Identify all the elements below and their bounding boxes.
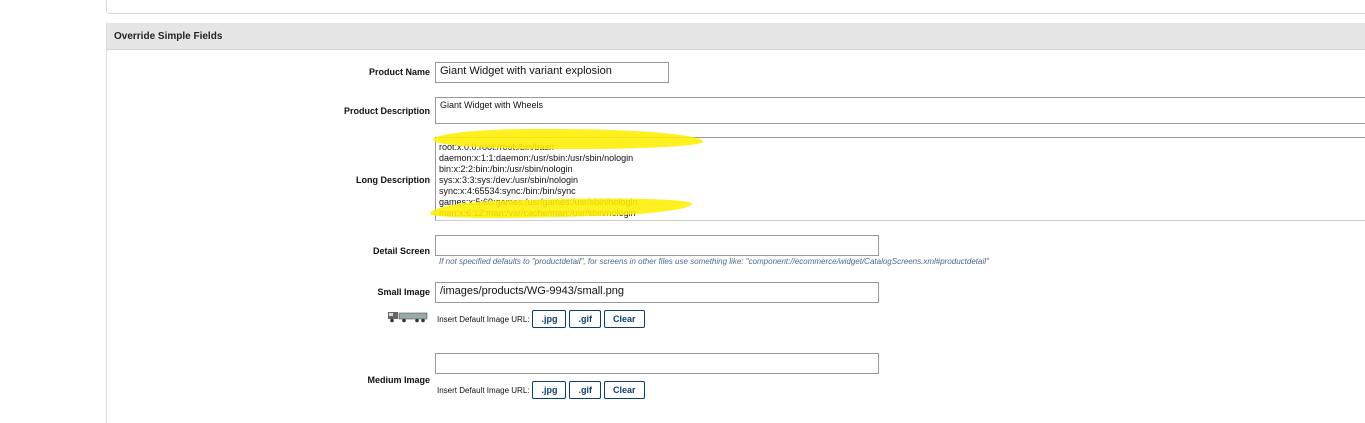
section-title: Override Simple Fields [107, 23, 1365, 50]
medium-image-clear-button[interactable]: Clear [603, 381, 645, 399]
detail-screen-hint: If not specified defaults to "productdet… [439, 257, 989, 266]
small-image-label: Small Image [377, 287, 430, 297]
small-image-url-row: Insert Default Image URL: .jpg .gif Clea… [437, 310, 645, 328]
insert-default-image-label: Insert Default Image URL: [437, 385, 530, 395]
product-name-label: Product Name [368, 67, 430, 77]
previous-panel [106, 0, 1365, 14]
product-description-label: Product Description [343, 106, 430, 116]
long-description-line: sync:x:4:65534:sync:/bin:/bin/sync [439, 186, 576, 196]
medium-image-jpg-button[interactable]: .jpg [532, 381, 567, 399]
long-description-label: Long Description [356, 175, 430, 185]
small-image-jpg-button[interactable]: .jpg [532, 310, 567, 328]
detail-screen-label: Detail Screen [372, 246, 430, 256]
small-image-input[interactable]: /images/products/WG-9943/small.png [435, 282, 879, 303]
long-description-line: bin:x:2:2:bin:/bin:/usr/sbin/nologin [439, 164, 573, 174]
long-description-line: daemon:x:1:1:daemon:/usr/sbin:/usr/sbin/… [439, 153, 634, 163]
highlight-mark-top [433, 129, 703, 149]
medium-image-url-row: Insert Default Image URL: .jpg .gif Clea… [437, 381, 645, 399]
medium-image-input[interactable] [435, 353, 879, 374]
product-name-input[interactable]: Giant Widget with variant explosion [435, 62, 669, 83]
medium-image-label: Medium Image [367, 375, 430, 385]
insert-default-image-label: Insert Default Image URL: [437, 314, 530, 324]
medium-image-gif-button[interactable]: .gif [569, 381, 601, 399]
small-image-thumbnail [388, 312, 428, 323]
product-description-input[interactable]: Giant Widget with Wheels [435, 97, 1365, 124]
small-image-clear-button[interactable]: Clear [603, 310, 645, 328]
small-image-gif-button[interactable]: .gif [569, 310, 601, 328]
detail-screen-input[interactable] [435, 235, 879, 256]
long-description-line: sys:x:3:3:sys:/dev:/usr/sbin/nologin [439, 175, 579, 185]
